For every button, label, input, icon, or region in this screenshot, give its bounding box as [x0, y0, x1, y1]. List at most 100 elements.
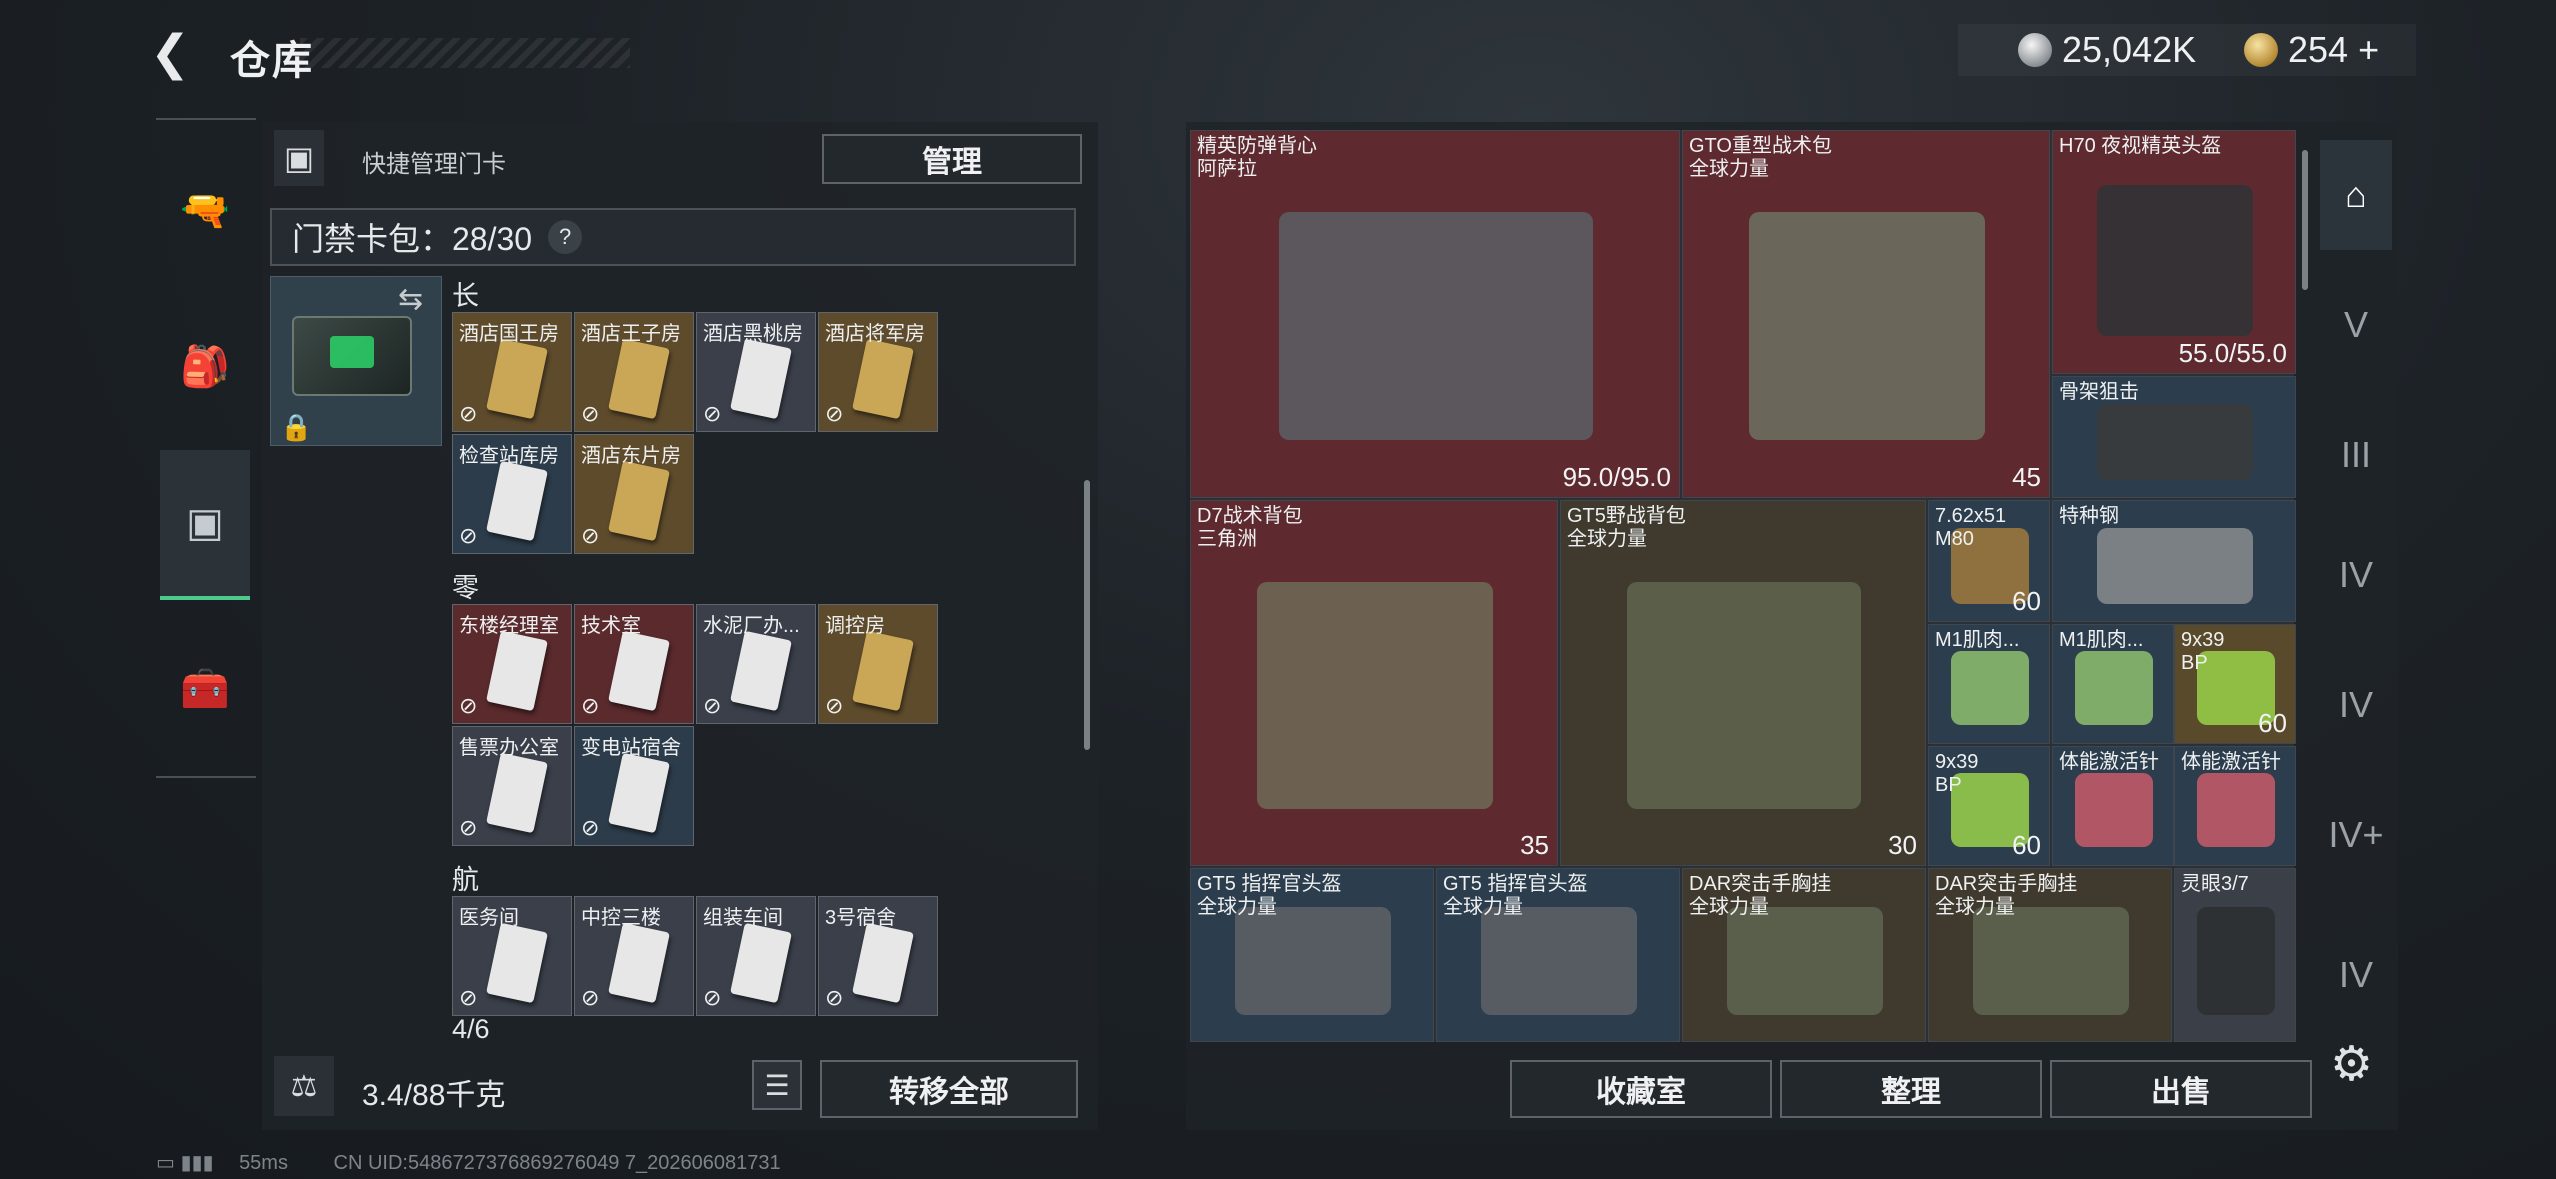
item-name: DAR突击手胸挂 全球力量: [1935, 873, 2078, 918]
status-bar: ▭ ▮▮▮ 55ms CN UID:5486727376869276049 7_…: [156, 1150, 781, 1175]
storage-item[interactable]: 骨架狙击: [2052, 376, 2296, 498]
item-name: 精英防弹背心 阿萨拉: [1197, 135, 1317, 180]
collection-room-button[interactable]: 收藏室: [1510, 1060, 1772, 1118]
storage-item[interactable]: 精英防弹背心 阿萨拉 95.0/95.0: [1190, 130, 1680, 498]
storage-item[interactable]: DAR突击手胸挂 全球力量: [1928, 868, 2172, 1042]
keycard-image: [608, 338, 670, 420]
storage-item[interactable]: 特种钢: [2052, 500, 2296, 622]
storage-item[interactable]: 7.62x51 M80 60: [1928, 500, 2050, 622]
storage-tab[interactable]: IV: [2320, 650, 2392, 760]
nav-equipment[interactable]: 🎒: [160, 306, 250, 426]
nav-keycards[interactable]: ▣: [160, 450, 250, 600]
storage-item[interactable]: H70 夜视精英头盔 55.0/55.0: [2052, 130, 2296, 374]
storage-tab[interactable]: ⌂: [2320, 140, 2392, 250]
add-currency-button[interactable]: +: [2358, 29, 2379, 71]
storage-item[interactable]: M1肌肉...: [1928, 624, 2050, 744]
keycard-item[interactable]: 水泥厂办... ⊘: [696, 604, 816, 724]
sell-button[interactable]: 出售: [2050, 1060, 2312, 1118]
keycard-chip: [330, 336, 374, 368]
keycard-name: 中控三楼: [581, 907, 661, 929]
storage-item[interactable]: 体能激活针: [2174, 746, 2296, 866]
item-name: 9x39 BP: [1935, 751, 1979, 796]
keycard-image: [852, 922, 914, 1004]
keycard-item[interactable]: 调控房 ⊘: [818, 604, 938, 724]
keycard-name: 酒店黑桃房: [703, 323, 803, 345]
item-image: [2097, 528, 2253, 604]
keycard-item[interactable]: 酒店黑桃房 ⊘: [696, 312, 816, 432]
no-bring-out-icon: ⊘: [703, 401, 722, 426]
keycard-image: [730, 922, 792, 1004]
keycard-item[interactable]: 东楼经理室 ⊘: [452, 604, 572, 724]
nav-tools[interactable]: 🧰: [160, 628, 250, 748]
sort-button[interactable]: 整理: [1780, 1060, 2042, 1118]
manage-button[interactable]: 管理: [822, 134, 1082, 184]
keycard-image: [486, 338, 548, 420]
storage-item[interactable]: DAR突击手胸挂 全球力量: [1682, 868, 1926, 1042]
keycard-item[interactable]: 酒店国王房 ⊘: [452, 312, 572, 432]
keycard-item[interactable]: 酒店将军房 ⊘: [818, 312, 938, 432]
storage-item[interactable]: GT5野战背包 全球力量 30: [1560, 500, 1926, 866]
item-image: [1727, 907, 1883, 1015]
currency-silver-value: 25,042K: [2062, 29, 2197, 70]
keycard-case-icon: ▣: [274, 130, 324, 186]
storage-item[interactable]: D7战术背包 三角洲 35: [1190, 500, 1558, 866]
item-image: [1627, 582, 1861, 809]
item-value: 60: [2012, 586, 2041, 616]
help-icon[interactable]: ?: [548, 220, 583, 254]
storage-tab[interactable]: IV+: [2320, 780, 2392, 890]
currency-gold[interactable]: 254 +: [2244, 26, 2379, 74]
keycard-item[interactable]: 售票办公室 ⊘: [452, 726, 572, 846]
item-name: GT5 指挥官头盔 全球力量: [1197, 873, 1342, 918]
back-arrow-icon[interactable]: ❮: [150, 28, 202, 80]
uid-text: CN UID:5486727376869276049 7_20260608173…: [333, 1152, 781, 1174]
item-image: [1749, 212, 1985, 440]
storage-item[interactable]: GT5 指挥官头盔 全球力量: [1436, 868, 1680, 1042]
silver-coin-icon: [2018, 33, 2052, 67]
storage-item[interactable]: 9x39 BP 60: [1928, 746, 2050, 866]
storage-item[interactable]: GT5 指挥官头盔 全球力量: [1190, 868, 1434, 1042]
no-bring-out-icon: ⊘: [459, 401, 478, 426]
keycard-item[interactable]: 酒店东片房 ⊘: [574, 434, 694, 554]
scrollbar[interactable]: [1084, 480, 1090, 750]
storage-tab[interactable]: V: [2320, 270, 2392, 380]
keycard-item[interactable]: 3号宿舍 ⊘: [818, 896, 938, 1016]
gold-coin-icon: [2244, 33, 2278, 67]
keycard-item[interactable]: 酒店王子房 ⊘: [574, 312, 694, 432]
no-bring-out-icon: ⊘: [825, 985, 844, 1010]
page-title: 仓库: [230, 39, 314, 83]
storage-item[interactable]: 灵眼3/7: [2174, 868, 2296, 1042]
settings-gear-icon[interactable]: ⚙: [2330, 1036, 2373, 1092]
keycard-item[interactable]: 检查站库房 ⊘: [452, 434, 572, 554]
keycard-item[interactable]: 中控三楼 ⊘: [574, 896, 694, 1016]
item-name: 体能激活针: [2181, 751, 2281, 773]
storage-item[interactable]: M1肌肉...: [2052, 624, 2174, 744]
keycard-image: [486, 752, 548, 834]
nav-weapons[interactable]: 🔫: [160, 150, 250, 270]
keycard-name: 酒店将军房: [825, 323, 925, 345]
item-image: [2197, 907, 2275, 1015]
card-pack-label: 门禁卡包：28/30: [292, 221, 533, 257]
keycard-image: [608, 460, 670, 542]
keycard-image: [852, 338, 914, 420]
item-name: 7.62x51 M80: [1935, 505, 2007, 550]
storage-item[interactable]: 9x39 BP 60: [2174, 624, 2296, 744]
storage-tab[interactable]: IV: [2320, 920, 2392, 1030]
item-name: GT5野战背包 全球力量: [1567, 505, 1686, 550]
keycard-name: 变电站宿舍: [581, 737, 681, 759]
storage-item[interactable]: GTO重型战术包 全球力量 45: [1682, 130, 2050, 498]
swap-icon[interactable]: ⇆: [398, 282, 423, 317]
keycard-item[interactable]: 医务间 ⊘: [452, 896, 572, 1016]
storage-item[interactable]: 体能激活针: [2052, 746, 2174, 866]
keycard-item[interactable]: 组装车间 ⊘: [696, 896, 816, 1016]
storage-tab[interactable]: III: [2320, 400, 2392, 510]
keycard-item[interactable]: 变电站宿舍 ⊘: [574, 726, 694, 846]
battery-icon: ▭: [156, 1152, 175, 1174]
transfer-all-button[interactable]: 转移全部: [820, 1060, 1078, 1118]
keycard-item[interactable]: 技术室 ⊘: [574, 604, 694, 724]
storage-tab[interactable]: IV: [2320, 520, 2392, 630]
keycard-name: 酒店王子房: [581, 323, 681, 345]
item-image: [2075, 773, 2153, 847]
storage-scrollbar[interactable]: [2302, 150, 2308, 290]
list-view-icon[interactable]: ☰: [752, 1060, 802, 1110]
item-name: D7战术背包 三角洲: [1197, 505, 1303, 550]
